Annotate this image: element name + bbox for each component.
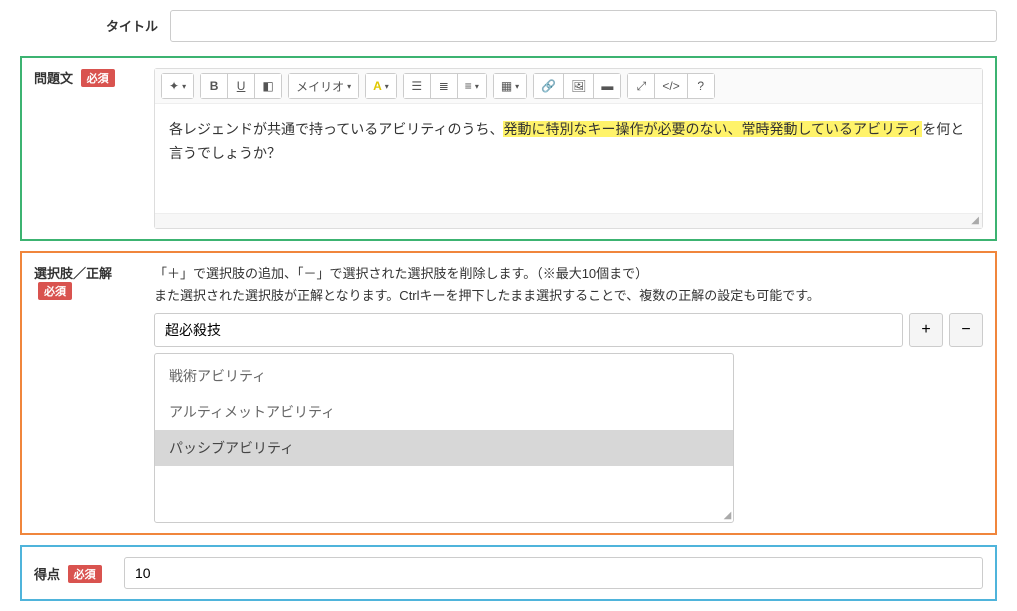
question-label: 問題文 必須	[34, 68, 154, 87]
editor-content[interactable]: 各レジェンドが共通で持っているアビリティのうち、発動に特別なキー操作が必要のない…	[155, 104, 982, 214]
list-item[interactable]: パッシブアビリティ	[155, 430, 733, 466]
title-input[interactable]	[170, 10, 997, 42]
underline-button[interactable]: U	[227, 73, 255, 99]
fullscreen-icon[interactable]: ⤢	[627, 73, 655, 99]
rich-text-editor[interactable]: ✦▾ B U ◧ メイリオ▾ A▾ ☰ ≣	[154, 68, 983, 229]
image-icon[interactable]: 🖼	[563, 73, 594, 99]
required-badge: 必須	[68, 565, 102, 583]
text-color-button[interactable]: A▾	[365, 73, 397, 99]
choice-input[interactable]	[154, 313, 903, 347]
choices-listbox[interactable]: 戦術アビリティアルティメットアビリティパッシブアビリティ ◢	[154, 353, 734, 523]
code-view-icon[interactable]: </>	[654, 73, 687, 99]
score-input[interactable]	[124, 557, 983, 589]
remove-choice-button[interactable]: −	[949, 313, 983, 347]
list-ol-icon[interactable]: ≣	[430, 73, 458, 99]
align-icon[interactable]: ≡▾	[457, 73, 487, 99]
magic-icon[interactable]: ✦▾	[161, 73, 194, 99]
title-label: タイトル	[20, 10, 170, 35]
list-item[interactable]: 戦術アビリティ	[155, 358, 733, 394]
choices-label: 選択肢／正解 必須	[34, 263, 154, 300]
choices-help-1: 「＋」で選択肢の追加、「－」で選択された選択肢を削除します。（※最大10個まで）	[154, 263, 983, 285]
resize-handle-icon[interactable]: ◢	[971, 216, 979, 226]
eraser-icon[interactable]: ◧	[254, 73, 282, 99]
required-badge: 必須	[81, 69, 115, 87]
resize-handle-icon[interactable]: ◢	[724, 510, 732, 521]
editor-toolbar: ✦▾ B U ◧ メイリオ▾ A▾ ☰ ≣	[155, 69, 982, 104]
required-badge: 必須	[38, 282, 72, 300]
list-item[interactable]: アルティメットアビリティ	[155, 394, 733, 430]
choices-help-2: また選択された選択肢が正解となります。Ctrlキーを押下したまま選択することで、…	[154, 285, 983, 307]
video-icon[interactable]: ▬	[593, 73, 621, 99]
question-section: 問題文 必須 ✦▾ B U ◧ メイリオ▾	[20, 56, 997, 241]
bold-button[interactable]: B	[200, 73, 228, 99]
score-section: 得点 必須	[20, 545, 997, 601]
font-family-dropdown[interactable]: メイリオ▾	[288, 73, 359, 99]
add-choice-button[interactable]: +	[909, 313, 943, 347]
score-label: 得点 必須	[34, 564, 124, 583]
help-icon[interactable]: ?	[687, 73, 715, 99]
link-icon[interactable]: 🔗	[533, 73, 564, 99]
choices-section: 選択肢／正解 必須 「＋」で選択肢の追加、「－」で選択された選択肢を削除します。…	[20, 251, 997, 535]
table-icon[interactable]: ▦▾	[493, 73, 527, 99]
list-ul-icon[interactable]: ☰	[403, 73, 431, 99]
